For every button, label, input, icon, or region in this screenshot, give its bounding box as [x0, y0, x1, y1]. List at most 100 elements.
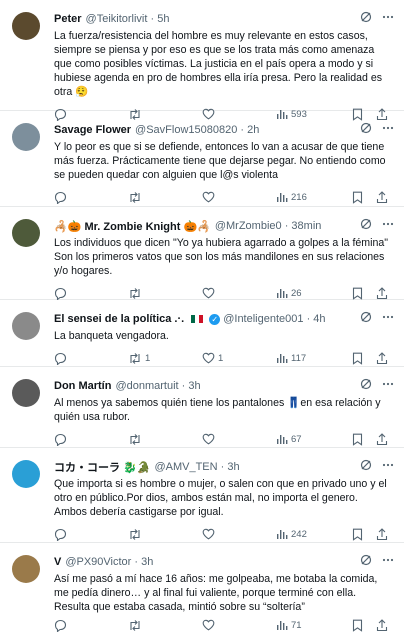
share-button[interactable] [376, 618, 388, 632]
views-button[interactable]: 216 [276, 191, 307, 203]
more-options-icon[interactable] [382, 459, 394, 471]
timestamp[interactable]: 3h [141, 556, 153, 568]
retweet-button[interactable] [128, 528, 145, 541]
share-button[interactable] [376, 432, 388, 446]
grok-icon[interactable] [360, 459, 372, 471]
avatar[interactable] [12, 219, 40, 247]
handle[interactable]: @Inteligente001 [223, 313, 303, 325]
retweet-button[interactable]: 1 [128, 352, 150, 365]
reply-button[interactable] [54, 287, 70, 300]
bookmark-button[interactable] [352, 528, 363, 541]
verified-badge-icon[interactable]: ✓ [209, 313, 221, 325]
tweet[interactable]: V @PX90Victor · 3h Así me pasó a mí hace… [0, 543, 404, 632]
like-button[interactable] [202, 619, 218, 631]
display-name[interactable]: V [54, 556, 61, 568]
avatar[interactable] [12, 312, 40, 340]
like-button[interactable] [202, 433, 218, 445]
more-options-icon[interactable] [382, 11, 394, 23]
more-options-icon[interactable] [382, 122, 394, 134]
heart-icon [202, 619, 215, 631]
timestamp[interactable]: 3h [188, 380, 200, 392]
timestamp[interactable]: 4h [313, 313, 325, 325]
avatar[interactable] [12, 555, 40, 583]
handle[interactable]: @SavFlow15080820 [135, 124, 237, 136]
tweet-header-icons [360, 11, 394, 23]
views-button[interactable]: 71 [276, 619, 302, 631]
views-icon [277, 354, 288, 363]
avatar[interactable] [12, 12, 40, 40]
tweet[interactable]: Peter @Teikitorlivit · 5h La fuerza/resi… [0, 0, 404, 121]
grok-icon[interactable] [360, 11, 372, 23]
display-name[interactable]: Peter [54, 13, 82, 25]
more-options-icon[interactable] [382, 218, 394, 230]
grok-icon[interactable] [360, 218, 372, 230]
bookmark-button[interactable] [352, 619, 363, 632]
more-options-icon[interactable] [382, 554, 394, 566]
more-options-icon[interactable] [382, 311, 394, 323]
retweet-button[interactable] [128, 619, 145, 632]
share-button[interactable] [376, 527, 388, 541]
reply-button[interactable] [54, 352, 70, 365]
bookmark-icon [352, 528, 363, 541]
grok-icon[interactable] [360, 122, 372, 134]
more-options-icon[interactable] [382, 378, 394, 390]
tweet-header-icons [360, 378, 394, 390]
tweet-header: El sensei de la política .·. ✓ @Intelige… [54, 310, 394, 328]
view-count: 67 [291, 433, 302, 445]
timestamp[interactable]: 38min [291, 220, 321, 232]
handle[interactable]: @MrZombie0 [215, 220, 282, 232]
tweet[interactable]: El sensei de la política .·. ✓ @Intelige… [0, 300, 404, 367]
display-name[interactable]: Savage Flower [54, 124, 131, 136]
tweet[interactable]: Savage Flower @SavFlow15080820 · 2h Y lo… [0, 111, 404, 207]
views-button[interactable]: 242 [276, 528, 307, 540]
tweet[interactable]: Don Martín @donmartuit · 3h Al menos ya … [0, 367, 404, 448]
bookmark-button[interactable] [352, 433, 363, 446]
share-button[interactable] [376, 190, 388, 204]
grok-icon[interactable] [360, 378, 372, 390]
avatar[interactable] [12, 123, 40, 151]
reply-button[interactable] [54, 619, 70, 632]
share-button[interactable] [376, 351, 388, 365]
timestamp[interactable]: 5h [157, 13, 169, 25]
like-button[interactable] [202, 191, 218, 203]
display-name[interactable]: 🦂🎃 Mr. Zombie Knight 🎃🦂 [54, 220, 211, 233]
bookmark-button[interactable] [352, 287, 363, 300]
timestamp[interactable]: 2h [247, 124, 259, 136]
avatar[interactable] [12, 460, 40, 488]
handle[interactable]: @PX90Victor [65, 556, 131, 568]
retweet-button[interactable] [128, 287, 145, 300]
reply-button[interactable] [54, 191, 70, 204]
display-name[interactable]: Don Martín [54, 380, 111, 392]
share-icon [376, 190, 388, 203]
grok-icon[interactable] [360, 554, 372, 566]
handle[interactable]: @donmartuit [115, 380, 178, 392]
grok-icon[interactable] [360, 311, 372, 323]
retweet-button[interactable] [128, 191, 145, 204]
share-button[interactable] [376, 286, 388, 300]
like-button[interactable] [202, 287, 218, 299]
tweet-header-icons [360, 122, 394, 134]
bookmark-button[interactable] [352, 352, 363, 365]
avatar[interactable] [12, 379, 40, 407]
views-button[interactable]: 67 [276, 433, 302, 445]
tweet-header: Peter @Teikitorlivit · 5h [54, 10, 394, 28]
retweet-button[interactable] [128, 433, 145, 446]
display-name[interactable]: El sensei de la política .·. [54, 313, 184, 325]
handle[interactable]: @Teikitorlivit [86, 13, 148, 25]
bookmark-button[interactable] [352, 191, 363, 204]
tweet[interactable]: コカ・コーラ 🐉🐊 @AMV_TEN · 3h Que importa si e… [0, 448, 404, 543]
view-count: 216 [291, 191, 307, 203]
timestamp[interactable]: 3h [227, 461, 239, 473]
display-name[interactable]: コカ・コーラ 🐉🐊 [54, 459, 150, 475]
like-button[interactable] [202, 528, 218, 540]
reply-button[interactable] [54, 433, 70, 446]
bookmark-icon [352, 191, 363, 204]
handle[interactable]: @AMV_TEN [154, 461, 217, 473]
retweet-count: 1 [145, 352, 151, 364]
tweet[interactable]: 🦂🎃 Mr. Zombie Knight 🎃🦂 @MrZombie0 · 38m… [0, 207, 404, 300]
like-button[interactable]: 1 [202, 352, 223, 364]
views-button[interactable]: 26 [276, 287, 302, 299]
views-icon [277, 289, 288, 298]
views-button[interactable]: 117 [276, 352, 306, 364]
reply-button[interactable] [54, 528, 70, 541]
